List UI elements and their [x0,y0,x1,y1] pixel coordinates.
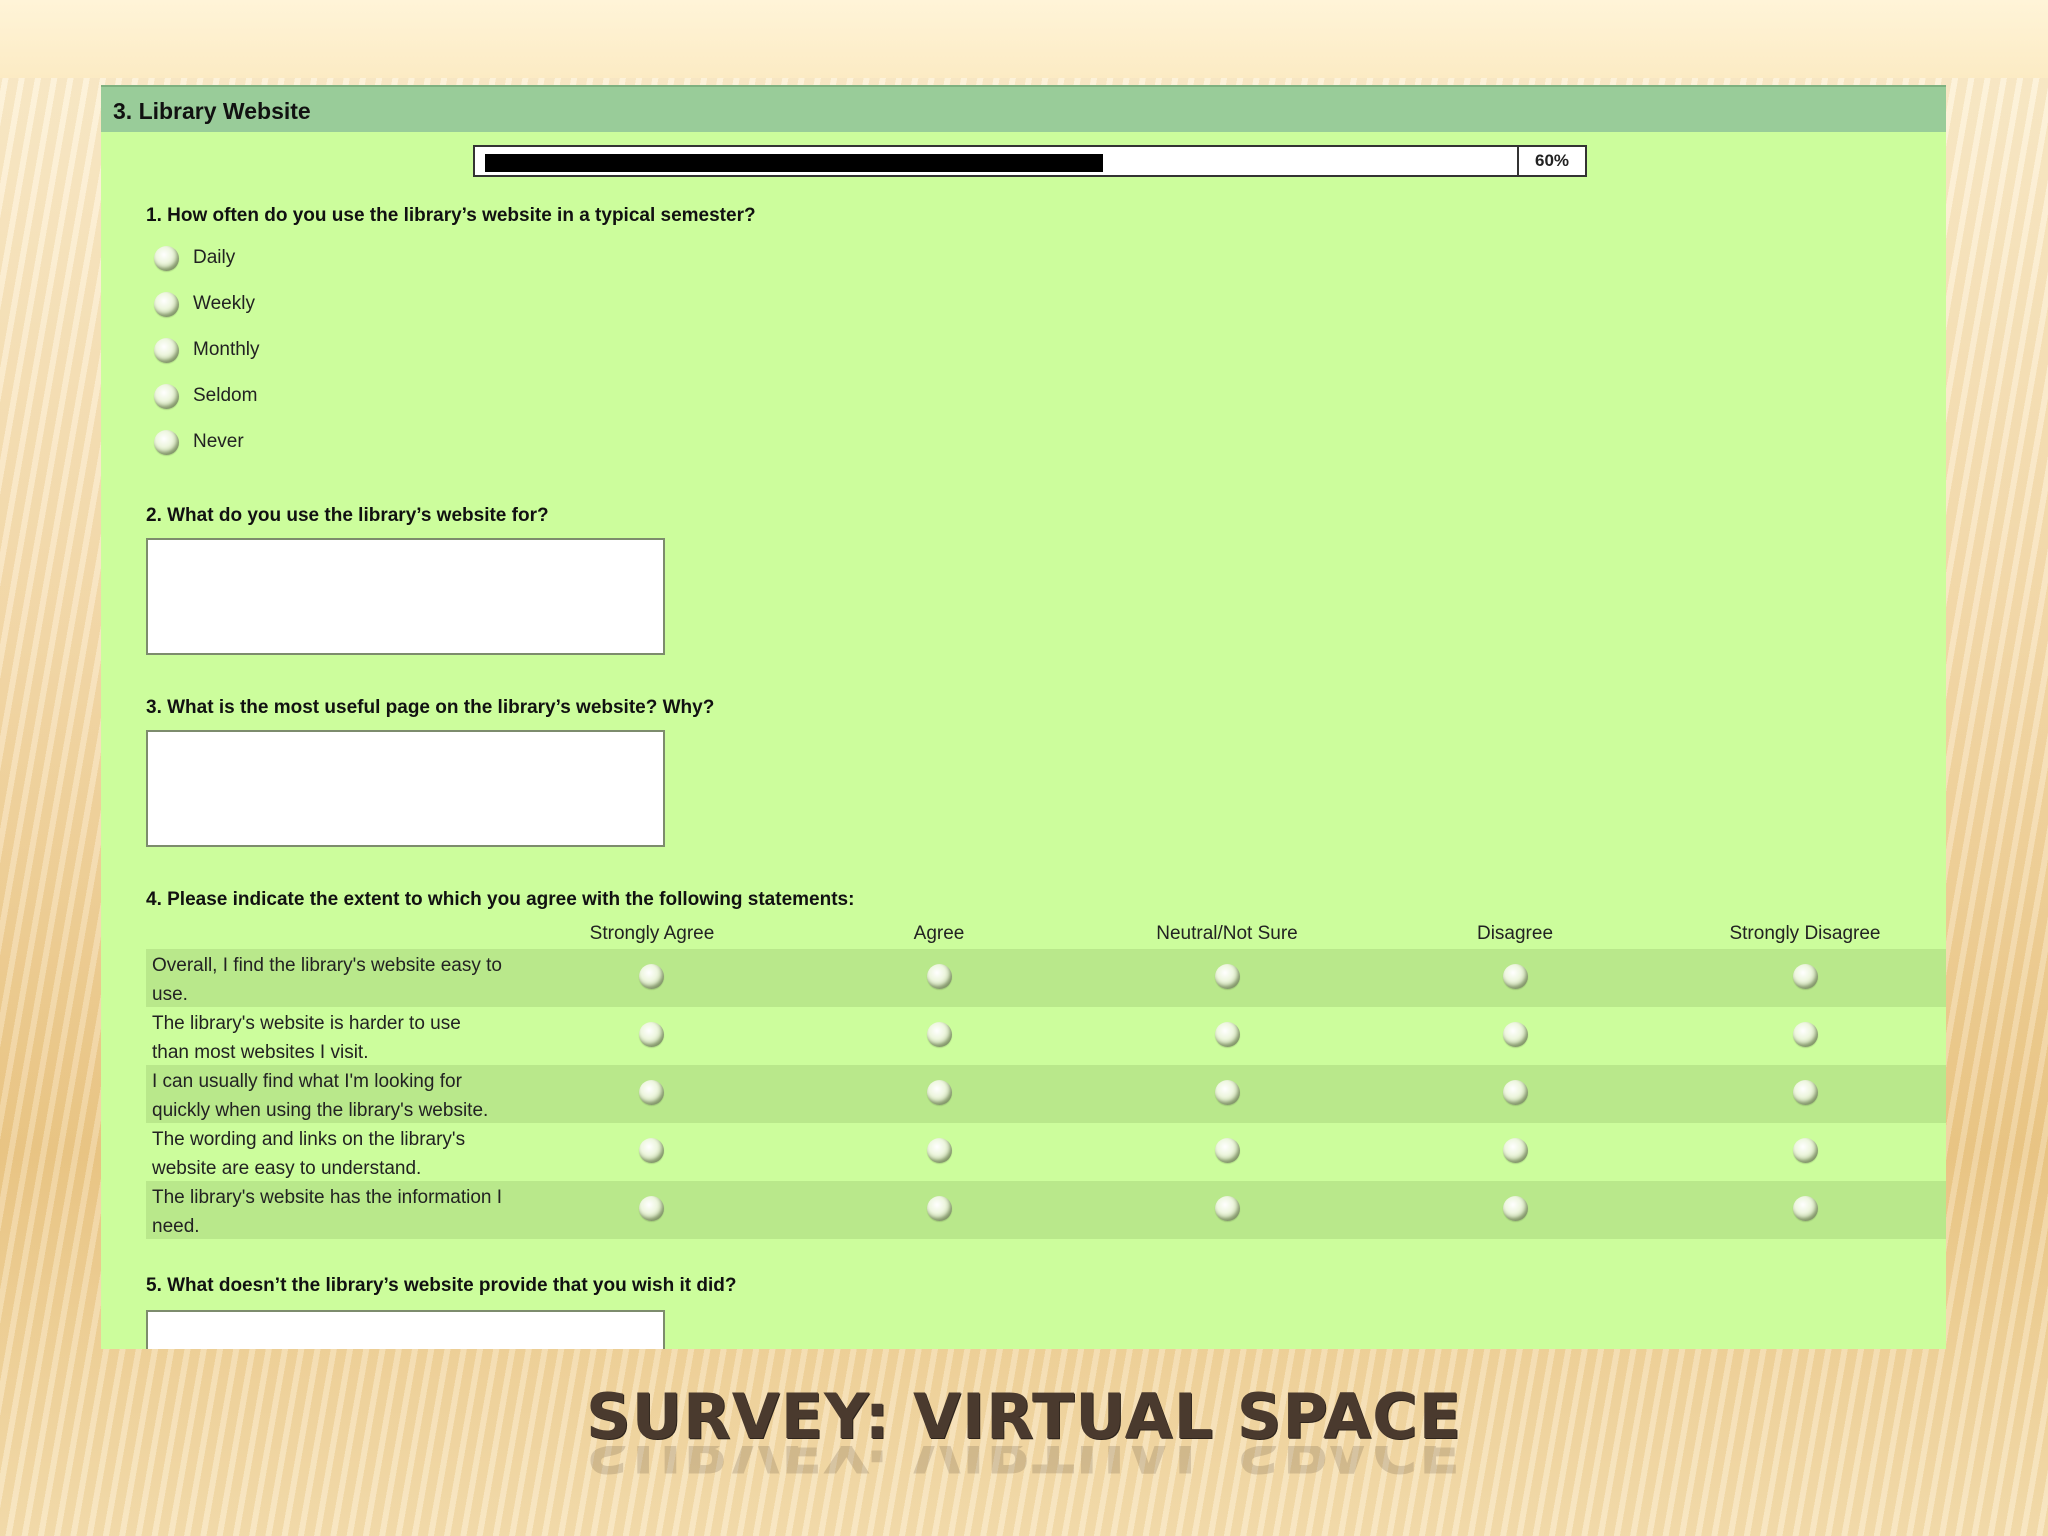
radio-strongly-disagree[interactable] [1793,1080,1818,1105]
statement-line: need. [152,1216,200,1237]
slide-title-reflection: SURVEY: VIRTUAL SPACE [585,1446,1462,1486]
statement-line: The library's website has the informatio… [152,1187,503,1208]
radio-button[interactable] [154,245,179,271]
radio-neutral[interactable] [1215,1196,1240,1221]
col-header-agree: Agree [913,923,965,944]
radio-agree[interactable] [927,1080,952,1105]
radio-neutral[interactable] [1215,1022,1240,1047]
question-2: 2. What do you use the library’s website… [146,505,549,526]
radio-disagree[interactable] [1503,1138,1528,1163]
radio-button[interactable] [154,337,179,363]
statement-line: website are easy to understand. [152,1158,422,1179]
option-label: Monthly [193,339,260,360]
radio-strongly-agree[interactable] [639,1022,664,1047]
option-monthly[interactable]: Monthly [154,336,260,364]
q3-answer-textarea[interactable] [146,730,665,847]
statement-label: The wording and links on the library's w… [152,1125,512,1183]
col-header-neutral: Neutral/Not Sure [1156,923,1298,944]
option-label: Daily [193,247,236,268]
col-header-strongly-disagree: Strongly Disagree [1729,923,1881,944]
progress-fill [485,154,1103,172]
radio-strongly-disagree[interactable] [1793,964,1818,989]
statement-line: quickly when using the library's website… [152,1100,489,1121]
radio-strongly-agree[interactable] [639,964,664,989]
radio-strongly-disagree[interactable] [1793,1022,1818,1047]
survey-panel: 3. Library Website 60% 1. How often do y… [101,85,1946,1349]
matrix-row: The library's website is harder to use t… [146,1007,1946,1065]
col-header-disagree: Disagree [1476,923,1554,944]
radio-disagree[interactable] [1503,1080,1528,1105]
question-5: 5. What doesn’t the library’s website pr… [146,1275,737,1296]
matrix-row: Overall, I find the library's website ea… [146,949,1946,1007]
radio-disagree[interactable] [1503,964,1528,989]
radio-button[interactable] [154,429,179,455]
option-never[interactable]: Never [154,428,244,456]
option-label: Never [193,431,244,452]
statement-line: The library's website is harder to use [152,1013,461,1034]
col-header-strongly-agree: Strongly Agree [589,923,715,944]
q5-answer-textarea[interactable] [146,1310,665,1349]
radio-agree[interactable] [927,1138,952,1163]
slide-top-band [0,0,2048,78]
matrix-row: The library's website has the informatio… [146,1181,1946,1239]
progress-label: 60% [1517,147,1585,175]
statement-line: Overall, I find the library's website ea… [152,955,502,976]
radio-strongly-agree[interactable] [639,1196,664,1221]
radio-neutral[interactable] [1215,1138,1240,1163]
radio-button[interactable] [154,383,179,409]
statement-line: The wording and links on the library's [152,1129,466,1150]
statement-label: The library's website is harder to use t… [152,1009,512,1067]
question-4: 4. Please indicate the extent to which y… [146,889,855,910]
option-seldom[interactable]: Seldom [154,382,257,410]
statement-label: Overall, I find the library's website ea… [152,951,512,1009]
matrix-row: The wording and links on the library's w… [146,1123,1946,1181]
option-label: Weekly [193,293,255,314]
statement-line: use. [152,984,188,1005]
radio-strongly-disagree[interactable] [1793,1138,1818,1163]
radio-strongly-disagree[interactable] [1793,1196,1818,1221]
radio-agree[interactable] [927,964,952,989]
radio-disagree[interactable] [1503,1196,1528,1221]
section-title: 3. Library Website [113,98,311,124]
radio-neutral[interactable] [1215,964,1240,989]
statement-label: I can usually find what I'm looking for … [152,1067,512,1125]
progress-track [485,154,1515,172]
radio-strongly-agree[interactable] [639,1138,664,1163]
statement-line: than most websites I visit. [152,1042,369,1063]
question-3: 3. What is the most useful page on the l… [146,697,715,718]
statement-label: The library's website has the informatio… [152,1183,512,1241]
option-weekly[interactable]: Weekly [154,290,255,318]
section-header: 3. Library Website [101,85,1946,132]
progress-bar: 60% [473,145,1587,177]
q2-answer-textarea[interactable] [146,538,665,655]
statement-line: I can usually find what I'm looking for [152,1071,462,1092]
radio-agree[interactable] [927,1196,952,1221]
radio-agree[interactable] [927,1022,952,1047]
radio-button[interactable] [154,291,179,317]
radio-strongly-agree[interactable] [639,1080,664,1105]
radio-disagree[interactable] [1503,1022,1528,1047]
matrix-row: I can usually find what I'm looking for … [146,1065,1946,1123]
slide-title: SURVEY: VIRTUAL SPACE [585,1380,1462,1453]
option-daily[interactable]: Daily [154,244,235,272]
option-label: Seldom [193,385,258,406]
radio-neutral[interactable] [1215,1080,1240,1105]
question-1: 1. How often do you use the library’s we… [146,205,756,226]
